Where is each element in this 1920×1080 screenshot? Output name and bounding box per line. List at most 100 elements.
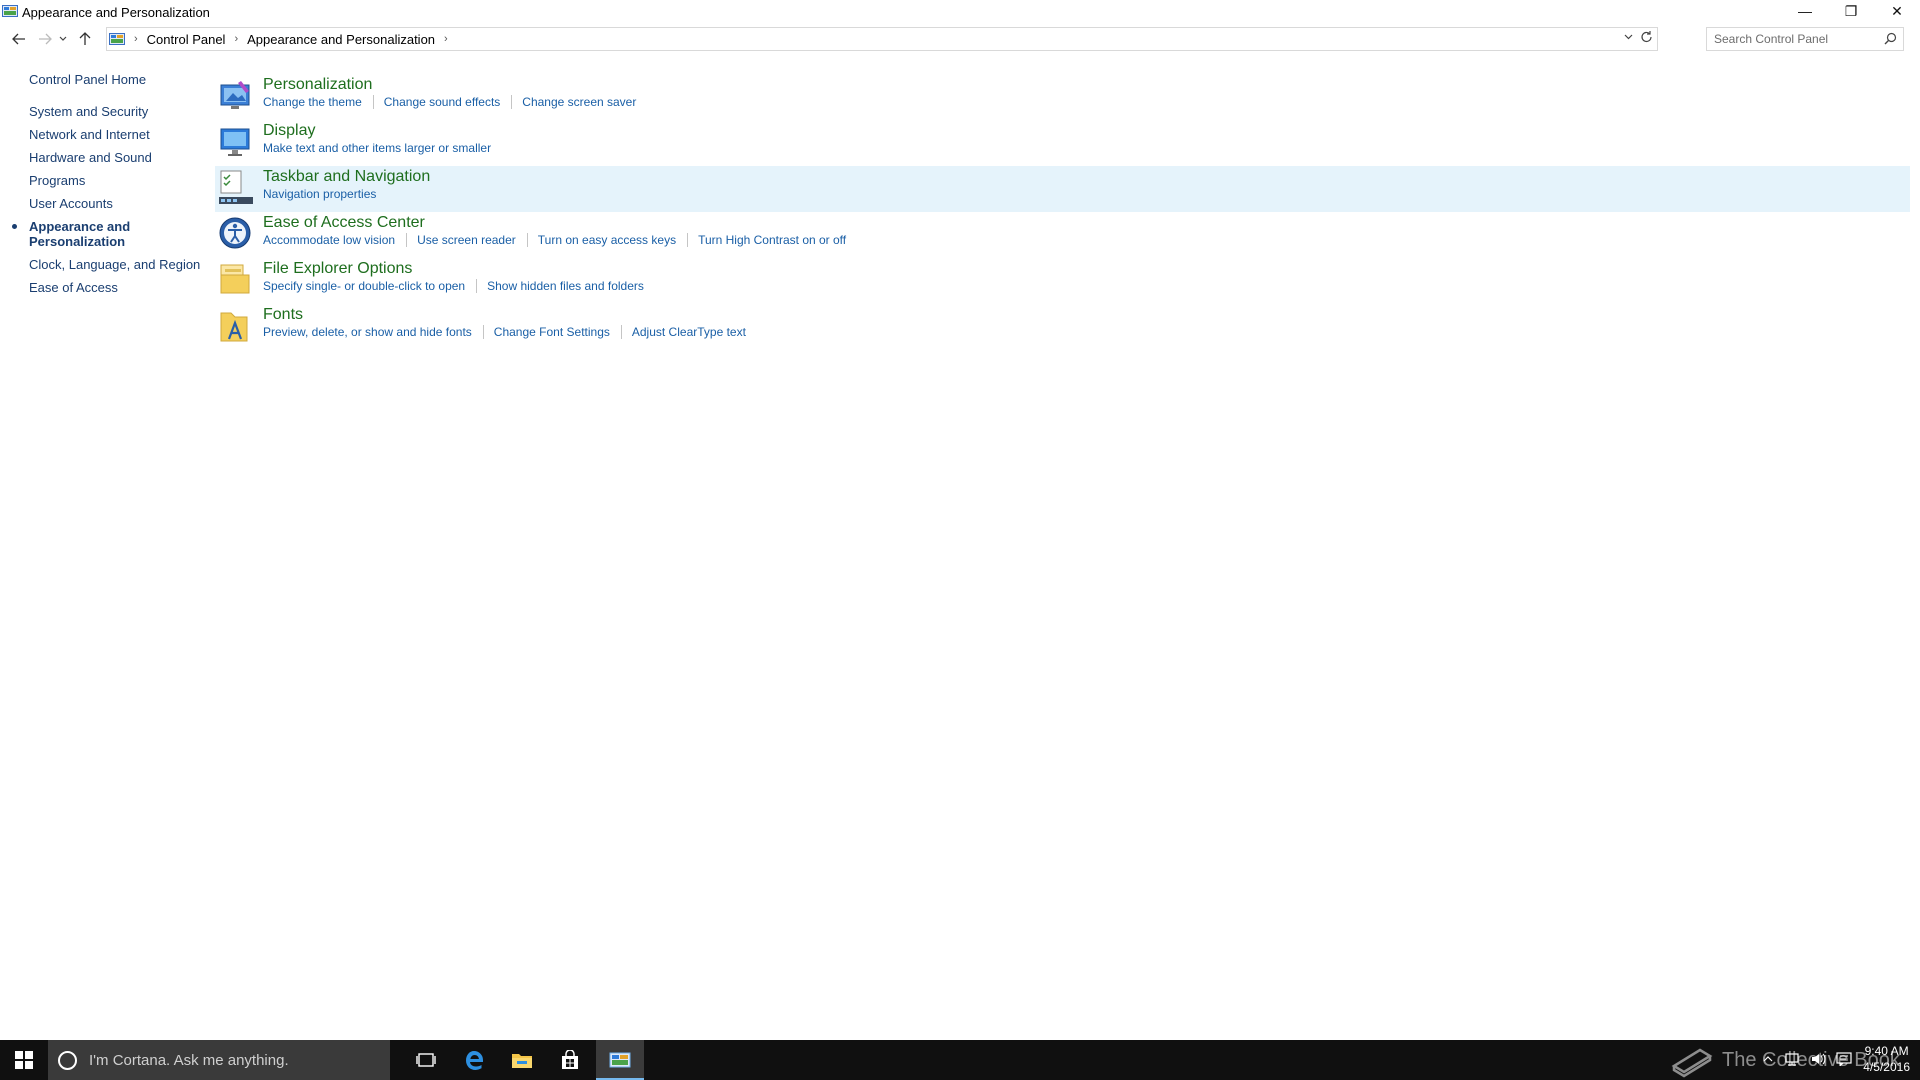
clock-date: 4/5/2016 bbox=[1863, 1060, 1910, 1074]
adjust-cleartype-link[interactable]: Adjust ClearType text bbox=[632, 325, 746, 339]
folder-options-icon bbox=[220, 264, 250, 294]
control-panel-taskbar-button[interactable] bbox=[596, 1040, 644, 1080]
sidebar-item-appearance[interactable]: Appearance and Personalization bbox=[12, 219, 139, 249]
category-taskbar-navigation: Taskbar and Navigation Navigation proper… bbox=[215, 166, 1910, 212]
close-icon: ✕ bbox=[1891, 2, 1903, 19]
taskbar: I'm Cortana. Ask me anything. The Collec… bbox=[0, 1040, 1920, 1080]
volume-icon[interactable] bbox=[1810, 1052, 1826, 1066]
control-panel-home-link[interactable]: Control Panel Home bbox=[29, 72, 146, 87]
sidebar-item-user-accounts[interactable]: User Accounts bbox=[29, 196, 209, 211]
sidebar-item-hardware-sound[interactable]: Hardware and Sound bbox=[29, 150, 209, 165]
recent-locations-button[interactable] bbox=[56, 28, 70, 50]
edge-button[interactable] bbox=[450, 1040, 498, 1080]
category-title[interactable]: Personalization bbox=[263, 76, 636, 94]
back-button[interactable] bbox=[8, 28, 30, 50]
control-panel-icon bbox=[109, 33, 125, 45]
store-icon bbox=[562, 1050, 578, 1069]
breadcrumb-separator-icon[interactable]: › bbox=[234, 33, 238, 45]
category-fonts: Fonts Preview, delete, or show and hide … bbox=[215, 304, 1910, 350]
make-text-larger-link[interactable]: Make text and other items larger or smal… bbox=[263, 141, 491, 155]
restore-icon: ❐ bbox=[1844, 2, 1858, 19]
divider bbox=[476, 279, 478, 293]
breadcrumb-control-panel[interactable]: Control Panel bbox=[147, 32, 226, 47]
category-title[interactable]: Fonts bbox=[263, 306, 746, 324]
display-icon bbox=[220, 128, 250, 156]
taskbar-icon bbox=[219, 170, 253, 204]
category-title[interactable]: Ease of Access Center bbox=[263, 214, 846, 232]
control-panel-icon bbox=[2, 5, 18, 17]
change-theme-link[interactable]: Change the theme bbox=[263, 95, 362, 109]
fonts-icon bbox=[220, 312, 248, 342]
system-tray bbox=[1762, 1052, 1852, 1066]
edge-icon bbox=[466, 1051, 483, 1070]
show-hidden-icons-icon[interactable] bbox=[1762, 1052, 1774, 1066]
category-title[interactable]: File Explorer Options bbox=[263, 260, 644, 278]
navigation-bar: › Control Panel › Appearance and Persona… bbox=[0, 26, 1920, 52]
change-sound-effects-link[interactable]: Change sound effects bbox=[384, 95, 501, 109]
address-bar[interactable]: › Control Panel › Appearance and Persona… bbox=[106, 27, 1658, 51]
divider bbox=[372, 95, 374, 109]
category-title[interactable]: Display bbox=[263, 122, 491, 140]
minimize-button[interactable]: — bbox=[1782, 0, 1828, 22]
address-dropdown-icon[interactable] bbox=[1624, 31, 1633, 43]
change-screen-saver-link[interactable]: Change screen saver bbox=[522, 95, 636, 109]
search-icon[interactable] bbox=[1884, 32, 1897, 45]
use-screen-reader-link[interactable]: Use screen reader bbox=[417, 233, 516, 247]
file-explorer-button[interactable] bbox=[498, 1040, 546, 1080]
category-display: Display Make text and other items larger… bbox=[215, 120, 1910, 166]
change-font-settings-link[interactable]: Change Font Settings bbox=[494, 325, 610, 339]
show-hidden-files-link[interactable]: Show hidden files and folders bbox=[487, 279, 644, 293]
sidebar-item-system-security[interactable]: System and Security bbox=[29, 104, 209, 119]
divider bbox=[620, 325, 622, 339]
cortana-icon bbox=[58, 1050, 77, 1070]
back-arrow-icon bbox=[12, 33, 25, 45]
category-list: Personalization Change the theme Change … bbox=[215, 74, 1910, 350]
windows-logo-icon bbox=[15, 1051, 33, 1069]
sidebar-item-ease-of-access[interactable]: Ease of Access bbox=[29, 280, 209, 295]
task-view-button[interactable] bbox=[402, 1040, 450, 1080]
book-icon bbox=[1671, 1048, 1713, 1078]
search-box[interactable] bbox=[1706, 27, 1904, 51]
active-bullet-icon bbox=[12, 224, 17, 229]
clock-time: 9:40 AM bbox=[1864, 1044, 1909, 1058]
high-contrast-link[interactable]: Turn High Contrast on or off bbox=[698, 233, 846, 247]
sidebar-item-programs[interactable]: Programs bbox=[29, 173, 209, 188]
cortana-search-box[interactable]: I'm Cortana. Ask me anything. bbox=[48, 1040, 390, 1080]
breadcrumb-separator-icon[interactable]: › bbox=[444, 33, 448, 45]
personalization-icon bbox=[220, 81, 250, 109]
sidebar-item-clock-language-region[interactable]: Clock, Language, and Region bbox=[29, 257, 209, 272]
task-view-icon bbox=[416, 1053, 436, 1067]
forward-arrow-icon bbox=[39, 33, 52, 45]
store-button[interactable] bbox=[546, 1040, 594, 1080]
divider bbox=[406, 233, 408, 247]
navigation-properties-link[interactable]: Navigation properties bbox=[263, 187, 376, 201]
up-button[interactable] bbox=[74, 28, 96, 50]
start-button[interactable] bbox=[0, 1040, 48, 1080]
search-input[interactable] bbox=[1714, 32, 1882, 46]
minimize-icon: — bbox=[1798, 3, 1812, 19]
network-icon[interactable] bbox=[1784, 1052, 1800, 1066]
easy-access-keys-link[interactable]: Turn on easy access keys bbox=[538, 233, 676, 247]
single-double-click-link[interactable]: Specify single- or double-click to open bbox=[263, 279, 465, 293]
category-personalization: Personalization Change the theme Change … bbox=[215, 74, 1910, 120]
forward-button[interactable] bbox=[34, 28, 56, 50]
refresh-icon[interactable] bbox=[1640, 30, 1653, 47]
divider bbox=[687, 233, 689, 247]
accommodate-low-vision-link[interactable]: Accommodate low vision bbox=[263, 233, 395, 247]
breadcrumb-appearance[interactable]: Appearance and Personalization bbox=[247, 32, 435, 47]
chevron-down-icon bbox=[59, 36, 67, 41]
divider bbox=[482, 325, 484, 339]
sidebar-item-network-internet[interactable]: Network and Internet bbox=[29, 127, 209, 142]
close-button[interactable]: ✕ bbox=[1874, 0, 1920, 22]
divider bbox=[526, 233, 528, 247]
category-file-explorer-options: File Explorer Options Specify single- or… bbox=[215, 258, 1910, 304]
preview-fonts-link[interactable]: Preview, delete, or show and hide fonts bbox=[263, 325, 472, 339]
breadcrumb-separator-icon[interactable]: › bbox=[134, 33, 138, 45]
clock[interactable]: 9:40 AM 4/5/2016 bbox=[1863, 1043, 1910, 1075]
up-arrow-icon bbox=[79, 32, 91, 45]
action-center-icon[interactable] bbox=[1836, 1052, 1852, 1066]
control-panel-icon bbox=[609, 1052, 631, 1068]
restore-button[interactable]: ❐ bbox=[1828, 0, 1874, 22]
window-title: Appearance and Personalization bbox=[22, 4, 210, 20]
category-title[interactable]: Taskbar and Navigation bbox=[263, 168, 430, 186]
